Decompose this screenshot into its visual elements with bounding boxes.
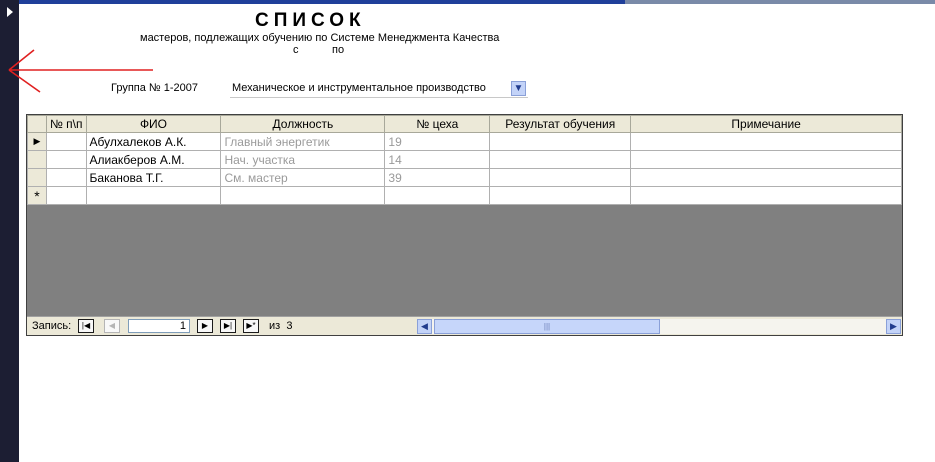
new-record-icon[interactable]: * <box>27 186 47 205</box>
row-selector[interactable] <box>27 168 47 187</box>
cell-num[interactable] <box>45 168 87 187</box>
previous-record-icon[interactable]: ◀ <box>104 319 120 333</box>
cell-num[interactable] <box>45 132 87 151</box>
cell-result[interactable] <box>489 132 632 151</box>
cell-result[interactable] <box>489 150 632 169</box>
horizontal-scrollbar[interactable]: ◀ ||| ▶ <box>417 319 901 334</box>
cell-num[interactable] <box>45 150 87 169</box>
cell-position[interactable]: См. мастер <box>220 168 386 187</box>
datasheet-grid: № п\п ФИО Должность № цеха Результат обу… <box>26 114 903 336</box>
record-number-input[interactable]: 1 <box>128 319 190 333</box>
table-row: Алиакберов А.М. Нач. участка 14 <box>27 150 902 169</box>
cell-fio[interactable]: Абулхалеков А.К. <box>85 132 222 151</box>
next-record-icon[interactable]: ▶ <box>197 319 213 333</box>
cell-fio[interactable] <box>85 186 222 205</box>
dropdown-arrow-icon[interactable]: ▼ <box>511 81 526 96</box>
cell-position[interactable]: Главный энергетик <box>220 132 386 151</box>
cell-position[interactable] <box>220 186 386 205</box>
record-count: из 3 <box>269 320 293 332</box>
new-record-nav-icon[interactable]: ▶* <box>243 319 259 333</box>
from-label: с <box>293 44 299 56</box>
col-header-num[interactable]: № п\п <box>45 115 87 133</box>
cell-position[interactable]: Нач. участка <box>220 150 386 169</box>
cell-note[interactable] <box>630 186 902 205</box>
first-record-icon[interactable]: |◀ <box>78 319 94 333</box>
scroll-right-icon[interactable]: ▶ <box>886 319 901 334</box>
cell-note[interactable] <box>630 168 902 187</box>
cell-shop[interactable]: 19 <box>384 132 491 151</box>
group-combo-value: Механическое и инструментальное производ… <box>232 82 486 94</box>
header-row: № п\п ФИО Должность № цеха Результат обу… <box>27 115 902 133</box>
cell-fio[interactable]: Баканова Т.Г. <box>85 168 222 187</box>
col-header-fio[interactable]: ФИО <box>85 115 222 133</box>
cell-shop[interactable] <box>384 186 491 205</box>
cell-shop[interactable]: 39 <box>384 168 491 187</box>
table-row: ▶ Абулхалеков А.К. Главный энергетик 19 <box>27 132 902 151</box>
col-header-position[interactable]: Должность <box>220 115 386 133</box>
group-label: Группа № 1-2007 <box>111 82 199 94</box>
last-record-icon[interactable]: ▶| <box>220 319 236 333</box>
cell-result[interactable] <box>489 168 632 187</box>
header-selector[interactable] <box>27 115 47 133</box>
col-header-result[interactable]: Результат обучения <box>489 115 632 133</box>
scroll-thumb[interactable]: ||| <box>434 319 660 334</box>
cell-shop[interactable]: 14 <box>384 150 491 169</box>
record-label: Запись: <box>32 320 72 332</box>
col-header-note[interactable]: Примечание <box>630 115 902 133</box>
form-record-selector-icon <box>7 7 13 17</box>
cell-note[interactable] <box>630 150 902 169</box>
col-header-shop[interactable]: № цеха <box>384 115 491 133</box>
current-record-icon[interactable]: ▶ <box>27 132 47 151</box>
record-navigation-bar: Запись: |◀ ◀ 1 ▶ ▶| ▶* из 3 ◀ ||| ▶ <box>27 316 902 335</box>
window-top-bar <box>0 0 935 4</box>
group-combo[interactable]: Механическое и инструментальное производ… <box>230 80 528 98</box>
table-row: Баканова Т.Г. См. мастер 39 <box>27 168 902 187</box>
report-subtitle: мастеров, подлежащих обучению по Системе… <box>140 32 500 44</box>
cell-result[interactable] <box>489 186 632 205</box>
scroll-left-icon[interactable]: ◀ <box>417 319 432 334</box>
to-label: по <box>332 44 345 56</box>
cell-note[interactable] <box>630 132 902 151</box>
report-title: СПИСОК <box>255 10 366 31</box>
cell-fio[interactable]: Алиакберов А.М. <box>85 150 222 169</box>
cell-num[interactable] <box>45 186 87 205</box>
new-record-row: * <box>27 186 902 205</box>
datasheet-table: № п\п ФИО Должность № цеха Результат обу… <box>27 115 902 205</box>
row-selector[interactable] <box>27 150 47 169</box>
